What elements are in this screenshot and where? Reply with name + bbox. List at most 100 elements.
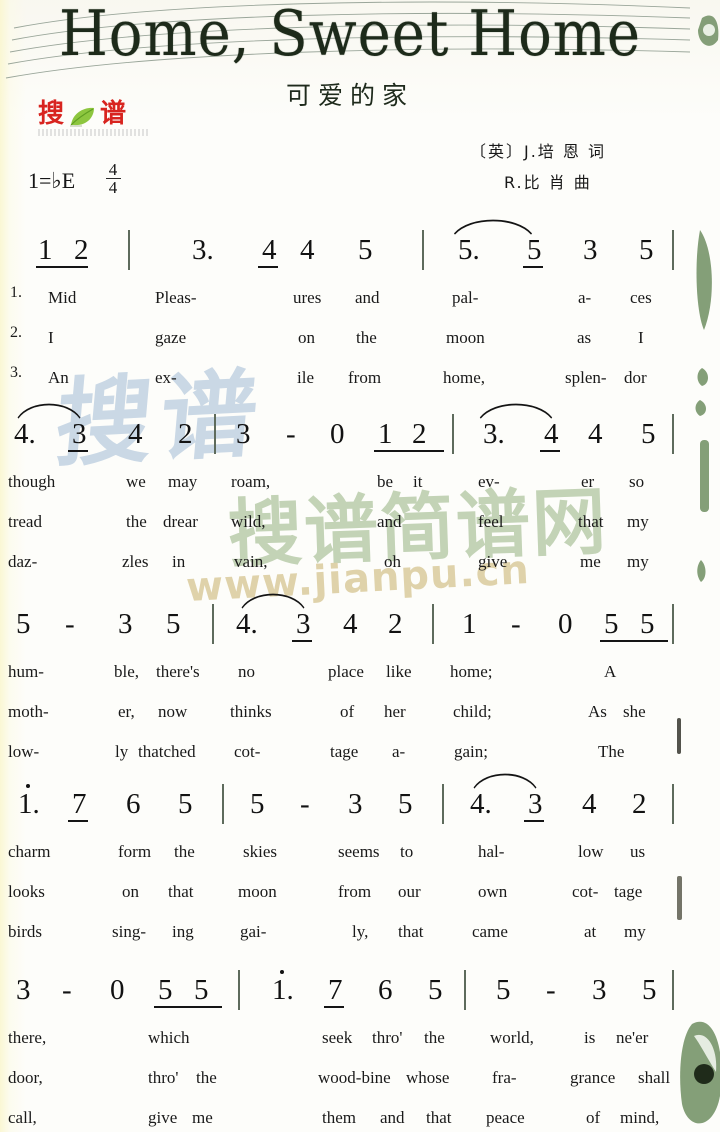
- lyric-word: me: [580, 552, 601, 571]
- lyric-word: on: [122, 882, 139, 901]
- system-3: 5-3543421-055hum-ble,there'snoplacelikeh…: [0, 593, 700, 761]
- note: 0: [330, 418, 345, 450]
- lyric-word: the: [424, 1028, 445, 1047]
- lyric-word: zles: [122, 552, 149, 571]
- beam-underline: [540, 450, 560, 452]
- lyric-word: fra-: [492, 1068, 517, 1087]
- title-block: Home, Sweet Home 可爱的家: [0, 0, 700, 110]
- lyric-word: moon: [238, 882, 277, 901]
- note-row: 1234455535: [0, 219, 700, 274]
- lyric-word: thro': [148, 1068, 179, 1087]
- lyric-word: be: [377, 472, 394, 491]
- lyric-word: ble,: [114, 662, 140, 681]
- lyric-word: and: [380, 1108, 405, 1127]
- lyric-word: there,: [8, 1028, 47, 1047]
- note: 5: [398, 788, 413, 820]
- note: 5: [16, 608, 31, 640]
- lyric-word: I: [48, 328, 54, 347]
- lyric-word: skies: [243, 842, 277, 861]
- lyric-word: on: [298, 328, 315, 347]
- lyric-word: pal-: [452, 288, 479, 307]
- lyric-word: whose: [406, 1068, 450, 1087]
- lyric-word: ures: [293, 288, 322, 307]
- site-logo[interactable]: 搜 谱: [38, 100, 148, 136]
- beam-underline: [68, 820, 88, 822]
- lyric-word: her: [384, 702, 406, 721]
- lyric-word: my: [624, 922, 646, 941]
- barline: [464, 970, 466, 1010]
- note: 3: [118, 608, 133, 640]
- note: 5: [639, 234, 654, 266]
- lyric-word: I: [638, 328, 644, 347]
- lyric-word: oh: [384, 552, 401, 571]
- lyric-word: moon: [446, 328, 485, 347]
- note: -: [546, 974, 556, 1006]
- lyric-word: shall: [638, 1068, 671, 1087]
- lyric-word: is: [584, 1028, 596, 1047]
- lyric-word: low-: [8, 742, 40, 761]
- lyric-word: may: [168, 472, 198, 491]
- lyric-word: own: [478, 882, 508, 901]
- lyric-word: thinks: [230, 702, 272, 721]
- note: 4: [588, 418, 603, 450]
- barline: [238, 970, 240, 1010]
- note: 0: [558, 608, 573, 640]
- note: 4: [470, 782, 492, 826]
- note: -: [65, 608, 75, 640]
- lyric-word: An: [48, 368, 69, 387]
- lyric-word: cot-: [234, 742, 261, 761]
- lyric-word: feel: [478, 512, 504, 531]
- lyric-word: Pleas-: [155, 288, 197, 307]
- lyric-word: charm: [8, 842, 51, 861]
- lyric-word: so: [629, 472, 645, 491]
- lyric-word: them: [322, 1108, 356, 1127]
- lyric-word: tread: [8, 512, 42, 531]
- lyric-word: door,: [8, 1068, 43, 1087]
- lyric-word: like: [386, 662, 412, 681]
- beam-underline: [68, 450, 88, 452]
- barline: [214, 414, 216, 454]
- system-4: 17655-354342charmformtheskiesseemstohal-…: [0, 773, 700, 941]
- lyric-word: wild,: [231, 512, 266, 531]
- lyric-word: ne'er: [616, 1028, 649, 1047]
- lyric-word: give: [478, 552, 508, 571]
- note: 3: [592, 974, 607, 1006]
- beam-underline: [524, 820, 544, 822]
- lyric-word: that: [398, 922, 424, 941]
- lyric-word: there's: [156, 662, 200, 681]
- note: 4: [14, 412, 36, 456]
- note: 4: [128, 418, 143, 450]
- note: -: [62, 974, 72, 1006]
- note: 3: [16, 974, 31, 1006]
- beam-underline: [374, 450, 444, 452]
- note: 5: [428, 974, 443, 1006]
- lyric-word: and: [377, 512, 402, 531]
- verse-number: 3.: [10, 364, 22, 381]
- lyric-word: ly: [115, 742, 129, 761]
- lyric-word: thatched: [138, 742, 196, 761]
- lyric-word: which: [148, 1028, 190, 1047]
- note: 3: [483, 412, 505, 456]
- note: 0: [110, 974, 125, 1006]
- lyric-word: cot-: [572, 882, 599, 901]
- barline: [672, 414, 674, 454]
- note: 4: [343, 608, 358, 640]
- lyric-word: gai-: [240, 922, 267, 941]
- beam-underline: [258, 266, 278, 268]
- lyric-word: us: [630, 842, 646, 861]
- lyric-word: The: [598, 742, 625, 761]
- lyric-word: the: [174, 842, 195, 861]
- note: 2: [178, 418, 193, 450]
- lyric-word: that: [578, 512, 604, 531]
- lyric-word: our: [398, 882, 421, 901]
- beam-underline: [154, 1006, 222, 1008]
- logo-char-sou: 搜: [38, 99, 65, 129]
- beam-underline: [600, 640, 668, 642]
- lyric-word: my: [627, 512, 649, 531]
- lyric-word: as: [577, 328, 592, 347]
- lyric-word: ile: [297, 368, 314, 387]
- lyric-word: Mid: [48, 288, 77, 307]
- lyric-word: ing: [172, 922, 194, 941]
- lyric-word: form: [118, 842, 152, 861]
- lyric-word: child;: [453, 702, 492, 721]
